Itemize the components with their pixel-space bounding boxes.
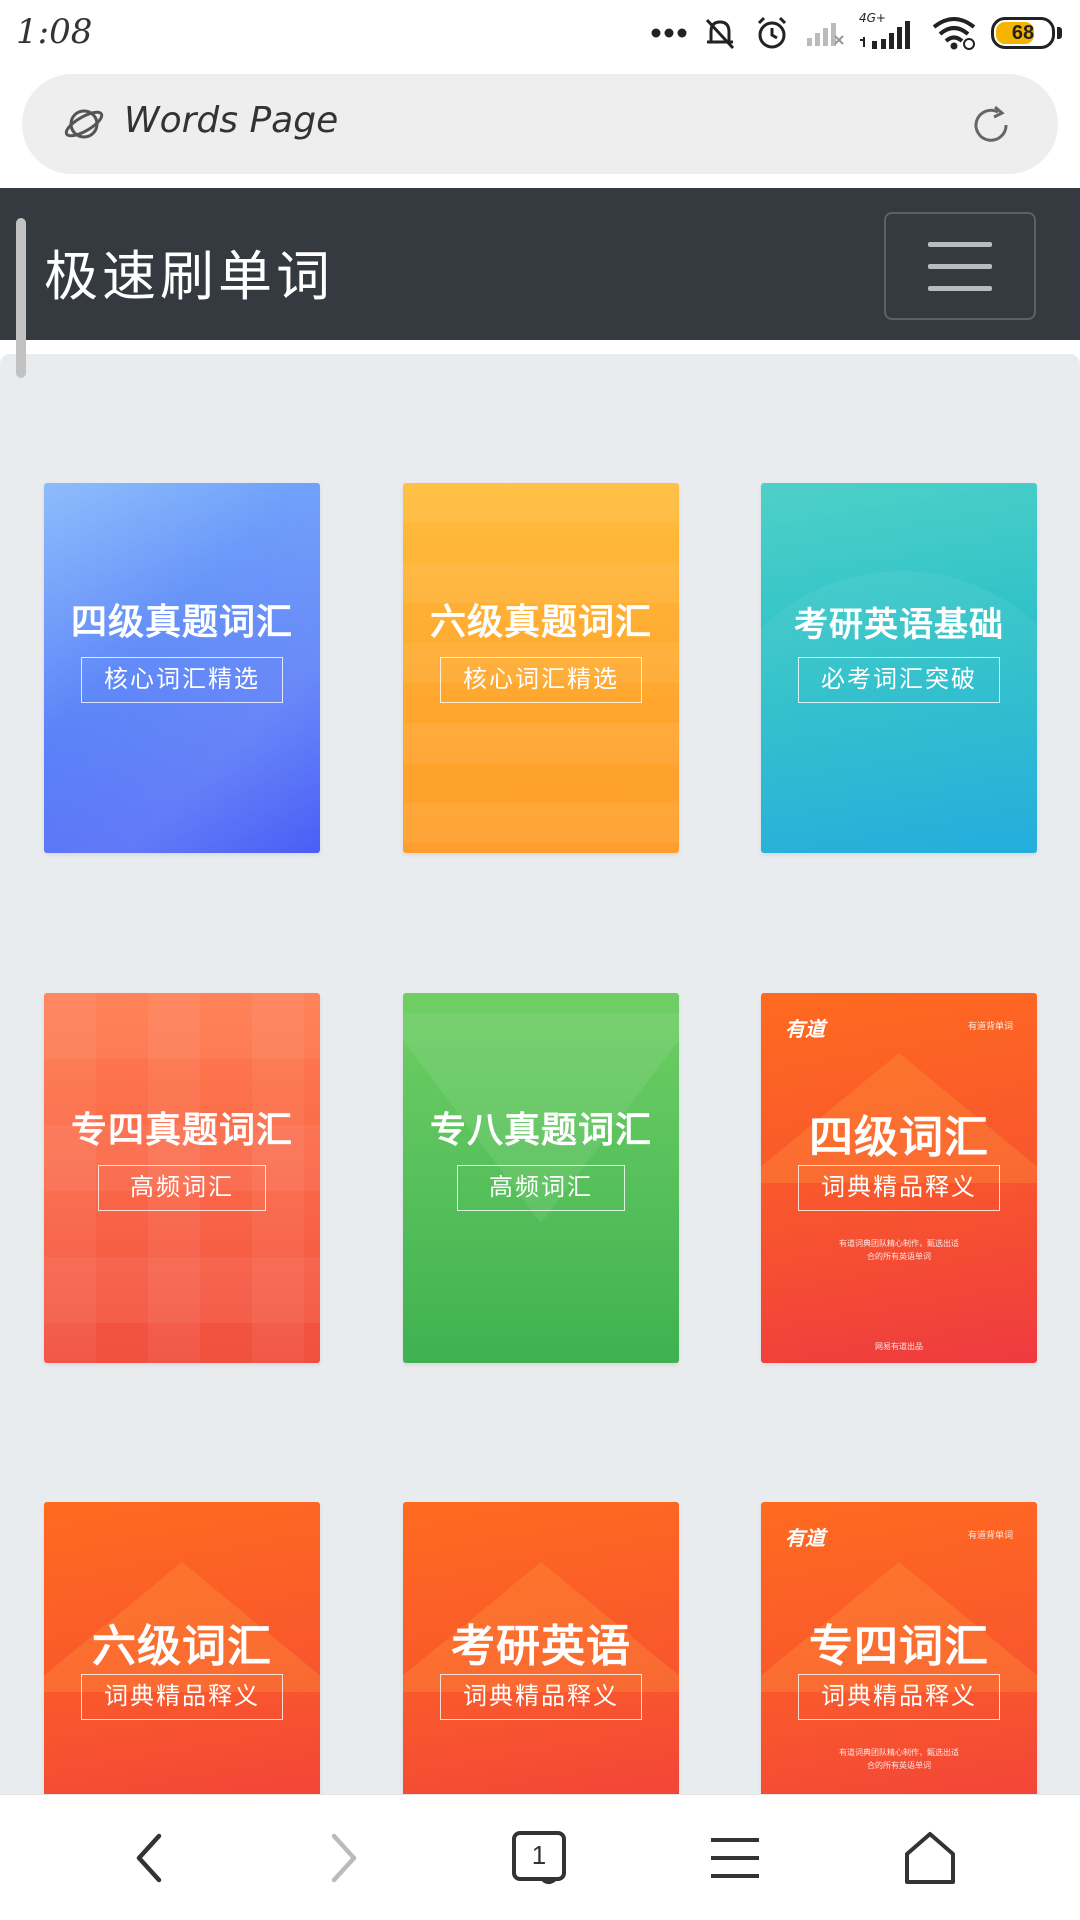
book-subtitle: 词典精品释义 <box>798 1165 1000 1211</box>
forward-icon <box>331 1833 357 1883</box>
alarm-icon <box>757 16 787 49</box>
book-title: 专四词汇 <box>809 1621 989 1672</box>
book-title: 四级词汇 <box>809 1112 989 1163</box>
status-icons: 4G+ 68 <box>651 11 1062 54</box>
status-bar: 1:08 4G+ 68 <box>0 0 1080 66</box>
mute-icon <box>705 18 735 50</box>
book-publisher: 网易有道出品 <box>875 1342 923 1351</box>
tab-count: 1 <box>531 1840 547 1870</box>
address-text: Words Page <box>124 100 339 141</box>
book-tag: 有道背单词 <box>967 1022 1013 1032</box>
book-card-tem8-real[interactable]: 专八真题词汇 高频词汇 <box>403 993 679 1363</box>
book-card-tem4-real[interactable]: 专四真题词汇 高频词汇 <box>44 993 320 1363</box>
signal-4g: 4G+ <box>859 11 917 51</box>
menu-icon <box>711 1838 759 1878</box>
book-subtitle: 核心词汇精选 <box>81 657 283 703</box>
reload-icon[interactable] <box>970 104 1012 146</box>
browser-bottom-nav: 1 <box>0 1794 1080 1920</box>
tabs-icon: 1 <box>511 1830 567 1886</box>
menu-button[interactable] <box>700 1823 770 1893</box>
youdao-logo: 有道 <box>785 1017 825 1041</box>
book-desc-line: 合的所有英语单词 <box>867 1252 931 1261</box>
battery-indicator: 68 <box>991 17 1055 49</box>
book-card-kaoyan-vocab[interactable]: 考研英语 词典精品释义 <box>403 1502 679 1794</box>
more-dots-icon <box>651 28 687 38</box>
book-title: 考研英语 <box>451 1621 631 1672</box>
book-desc-line: 合的所有英语单词 <box>867 1761 931 1770</box>
signal-bars-icon <box>860 21 910 49</box>
site-brand[interactable]: 极速刷单词 <box>44 232 334 311</box>
book-desc-line: 有道词典团队精心制作，甄选出适 <box>839 1239 959 1248</box>
book-card-cet4-real[interactable]: 四级真题词汇 核心词汇精选 <box>44 483 320 853</box>
book-card-cet6-real[interactable]: 六级真题词汇 核心词汇精选 <box>403 483 679 853</box>
address-bar[interactable]: Words Page <box>22 74 1058 174</box>
site-navbar: 极速刷单词 <box>0 188 1080 340</box>
hamburger-icon <box>928 241 992 247</box>
home-button[interactable] <box>895 1823 965 1893</box>
tabs-button[interactable]: 1 <box>504 1823 574 1893</box>
book-card-tem4-vocab[interactable]: 有道 有道背单词 专四词汇 词典精品释义 有道词典团队精心制作，甄选出适 合的所… <box>761 1502 1037 1794</box>
wifi-icon <box>932 17 976 50</box>
book-card-cet4-vocab[interactable]: 有道 有道背单词 四级词汇 词典精品释义 有道词典团队精心制作，甄选出适 合的所… <box>761 993 1037 1363</box>
hamburger-bar <box>928 263 992 269</box>
book-desc: 有道词典团队精心制作，甄选出适 合的所有英语单词 <box>761 1237 1037 1263</box>
status-time: 1:08 <box>16 12 93 52</box>
book-subtitle: 词典精品释义 <box>798 1674 1000 1720</box>
hamburger-bar <box>928 285 992 291</box>
forward-button[interactable] <box>309 1823 379 1893</box>
scrollbar-thumb[interactable] <box>16 218 26 378</box>
book-grid: 四级真题词汇 核心词汇精选 六级真题词汇 核心词汇精选 考研英语基础 必考词汇突… <box>0 354 1080 1794</box>
book-subtitle: 必考词汇突破 <box>798 657 1000 703</box>
book-subtitle: 高频词汇 <box>457 1165 625 1211</box>
book-subtitle: 高频词汇 <box>98 1165 266 1211</box>
book-title: 专四真题词汇 <box>70 1109 293 1151</box>
book-title: 考研英语基础 <box>794 605 1004 645</box>
battery-level: 68 <box>1011 21 1035 44</box>
book-subtitle: 词典精品释义 <box>81 1674 283 1720</box>
book-title: 六级词汇 <box>92 1621 272 1672</box>
book-title: 专八真题词汇 <box>429 1109 652 1151</box>
book-card-kaoyan-basic[interactable]: 考研英语基础 必考词汇突破 <box>761 483 1037 853</box>
book-title: 六级真题词汇 <box>429 601 652 643</box>
back-button[interactable] <box>114 1823 184 1893</box>
back-icon <box>136 1833 162 1883</box>
book-subtitle: 核心词汇精选 <box>440 657 642 703</box>
book-desc: 有道词典团队精心制作，甄选出适 合的所有英语单词 <box>761 1746 1037 1772</box>
book-desc-line: 有道词典团队精心制作，甄选出适 <box>839 1748 959 1757</box>
book-title: 四级真题词汇 <box>70 601 293 643</box>
book-tag: 有道背单词 <box>967 1531 1013 1541</box>
battery-cap <box>1057 27 1062 39</box>
planet-icon <box>64 109 104 139</box>
home-icon <box>905 1832 955 1884</box>
youdao-logo: 有道 <box>785 1526 825 1550</box>
signal-empty-icon <box>807 23 844 46</box>
navbar-toggle-button[interactable] <box>884 212 1036 320</box>
book-card-cet6-vocab[interactable]: 六级词汇 词典精品释义 <box>44 1502 320 1794</box>
book-subtitle: 词典精品释义 <box>440 1674 642 1720</box>
